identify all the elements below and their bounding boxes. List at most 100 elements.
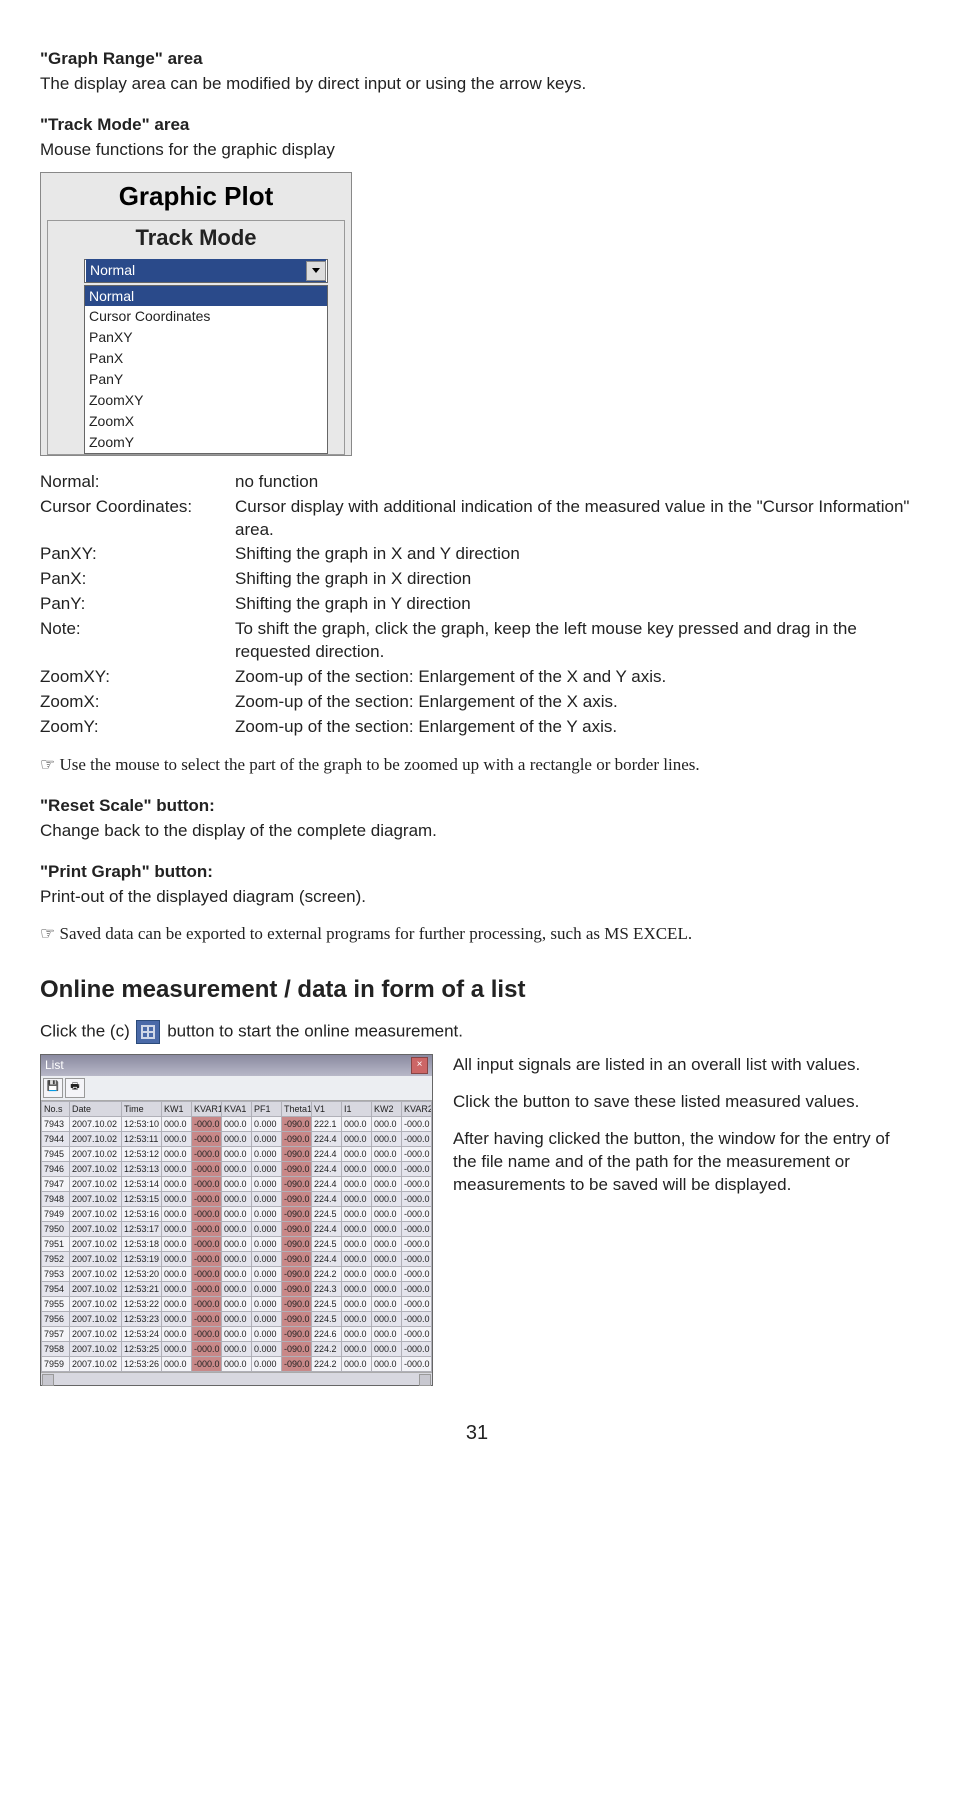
table-cell: -090.0 (282, 1251, 312, 1266)
option-zoomy[interactable]: ZoomY (85, 432, 327, 453)
table-cell: -000.0 (402, 1176, 432, 1191)
table-header[interactable]: KVA1 (222, 1101, 252, 1116)
print-button-icon[interactable]: 🖶 (65, 1078, 85, 1098)
table-cell: 2007.10.02 (70, 1236, 122, 1251)
table-header[interactable]: KW2 (372, 1101, 402, 1116)
table-cell: -090.0 (282, 1236, 312, 1251)
table-cell: 7954 (42, 1281, 70, 1296)
table-cell: 7950 (42, 1221, 70, 1236)
table-cell: -000.0 (402, 1221, 432, 1236)
option-panx[interactable]: PanX (85, 348, 327, 369)
table-header[interactable]: KVAR2 (402, 1101, 432, 1116)
table-cell: 224.2 (312, 1266, 342, 1281)
table-cell: 000.0 (162, 1131, 192, 1146)
table-header[interactable]: No.s (42, 1101, 70, 1116)
table-header[interactable]: KW1 (162, 1101, 192, 1116)
table-cell: 000.0 (162, 1236, 192, 1251)
table-cell: 000.0 (342, 1191, 372, 1206)
table-row[interactable]: 79502007.10.0212:53:17000.0-000.0000.00.… (42, 1221, 432, 1236)
def-desc: Shifting the graph in X and Y direction (235, 542, 914, 567)
table-row[interactable]: 79522007.10.0212:53:19000.0-000.0000.00.… (42, 1251, 432, 1266)
option-zoomx[interactable]: ZoomX (85, 411, 327, 432)
table-cell: 000.0 (222, 1281, 252, 1296)
print-graph-title: "Print Graph" button: (40, 861, 914, 884)
online-measurement-heading: Online measurement / data in form of a l… (40, 974, 914, 1006)
table-cell: 7945 (42, 1146, 70, 1161)
table-cell: 000.0 (372, 1116, 402, 1131)
table-cell: 7959 (42, 1356, 70, 1371)
table-row[interactable]: 79582007.10.0212:53:25000.0-000.0000.00.… (42, 1341, 432, 1356)
track-mode-select[interactable]: Normal (84, 259, 328, 283)
option-cursor-coordinates[interactable]: Cursor Coordinates (85, 306, 327, 327)
table-cell: 000.0 (162, 1356, 192, 1371)
table-cell: 000.0 (222, 1146, 252, 1161)
table-cell: -090.0 (282, 1281, 312, 1296)
reset-scale-desc: Change back to the display of the comple… (40, 820, 914, 843)
table-cell: 12:53:21 (122, 1281, 162, 1296)
table-row[interactable]: 79532007.10.0212:53:20000.0-000.0000.00.… (42, 1266, 432, 1281)
table-cell: 0.000 (252, 1281, 282, 1296)
table-row[interactable]: 79512007.10.0212:53:18000.0-000.0000.00.… (42, 1236, 432, 1251)
track-mode-title: "Track Mode" area (40, 114, 914, 137)
table-cell: -000.0 (402, 1251, 432, 1266)
table-header[interactable]: I1 (342, 1101, 372, 1116)
table-row[interactable]: 79432007.10.0212:53:10000.0-000.0000.00.… (42, 1116, 432, 1131)
table-cell: -000.0 (402, 1311, 432, 1326)
table-row[interactable]: 79482007.10.0212:53:15000.0-000.0000.00.… (42, 1191, 432, 1206)
table-cell: 2007.10.02 (70, 1251, 122, 1266)
table-cell: 000.0 (162, 1266, 192, 1281)
table-cell: 12:53:19 (122, 1251, 162, 1266)
table-header[interactable]: Time (122, 1101, 162, 1116)
table-cell: -000.0 (192, 1206, 222, 1221)
table-cell: 12:53:12 (122, 1146, 162, 1161)
table-row[interactable]: 79592007.10.0212:53:26000.0-000.0000.00.… (42, 1356, 432, 1371)
table-cell: -000.0 (402, 1266, 432, 1281)
table-cell: -090.0 (282, 1116, 312, 1131)
def-term: PanY: (40, 592, 235, 617)
table-cell: 000.0 (342, 1116, 372, 1131)
table-header[interactable]: Theta1 (282, 1101, 312, 1116)
def-term: Cursor Coordinates: (40, 495, 235, 543)
option-zoomxy[interactable]: ZoomXY (85, 390, 327, 411)
table-row[interactable]: 79562007.10.0212:53:23000.0-000.0000.00.… (42, 1311, 432, 1326)
table-row[interactable]: 79542007.10.0212:53:21000.0-000.0000.00.… (42, 1281, 432, 1296)
track-mode-options-list[interactable]: Normal Cursor Coordinates PanXY PanX Pan… (84, 285, 328, 454)
table-cell: -090.0 (282, 1206, 312, 1221)
track-mode-desc: Mouse functions for the graphic display (40, 139, 914, 162)
table-cell: 2007.10.02 (70, 1221, 122, 1236)
table-row[interactable]: 79452007.10.0212:53:12000.0-000.0000.00.… (42, 1146, 432, 1161)
option-pany[interactable]: PanY (85, 369, 327, 390)
table-header[interactable]: PF1 (252, 1101, 282, 1116)
table-header[interactable]: V1 (312, 1101, 342, 1116)
table-cell: 000.0 (162, 1206, 192, 1221)
table-cell: 224.4 (312, 1146, 342, 1161)
horizontal-scrollbar[interactable] (41, 1372, 432, 1385)
table-cell: 0.000 (252, 1251, 282, 1266)
table-row[interactable]: 79442007.10.0212:53:11000.0-000.0000.00.… (42, 1131, 432, 1146)
table-header[interactable]: KVAR1 (192, 1101, 222, 1116)
table-cell: 224.5 (312, 1236, 342, 1251)
table-row[interactable]: 79492007.10.0212:53:16000.0-000.0000.00.… (42, 1206, 432, 1221)
table-cell: 000.0 (162, 1341, 192, 1356)
option-panxy[interactable]: PanXY (85, 327, 327, 348)
table-cell: -090.0 (282, 1221, 312, 1236)
table-cell: 000.0 (372, 1251, 402, 1266)
table-cell: 000.0 (372, 1311, 402, 1326)
table-cell: 7955 (42, 1296, 70, 1311)
table-row[interactable]: 79552007.10.0212:53:22000.0-000.0000.00.… (42, 1296, 432, 1311)
table-cell: 000.0 (342, 1146, 372, 1161)
table-header[interactable]: Date (70, 1101, 122, 1116)
table-row[interactable]: 79572007.10.0212:53:24000.0-000.0000.00.… (42, 1326, 432, 1341)
def-desc: Zoom-up of the section: Enlargement of t… (235, 690, 914, 715)
table-cell: -000.0 (192, 1191, 222, 1206)
save-button-icon[interactable]: 💾 (43, 1078, 63, 1098)
dropdown-arrow-icon[interactable] (306, 261, 326, 281)
table-row[interactable]: 79462007.10.0212:53:13000.0-000.0000.00.… (42, 1161, 432, 1176)
option-normal[interactable]: Normal (85, 286, 327, 307)
table-row[interactable]: 79472007.10.0212:53:14000.0-000.0000.00.… (42, 1176, 432, 1191)
list-titlebar: List × (41, 1055, 432, 1076)
table-cell: -000.0 (192, 1326, 222, 1341)
close-icon[interactable]: × (411, 1057, 428, 1074)
table-cell: 000.0 (222, 1131, 252, 1146)
table-cell: 0.000 (252, 1191, 282, 1206)
